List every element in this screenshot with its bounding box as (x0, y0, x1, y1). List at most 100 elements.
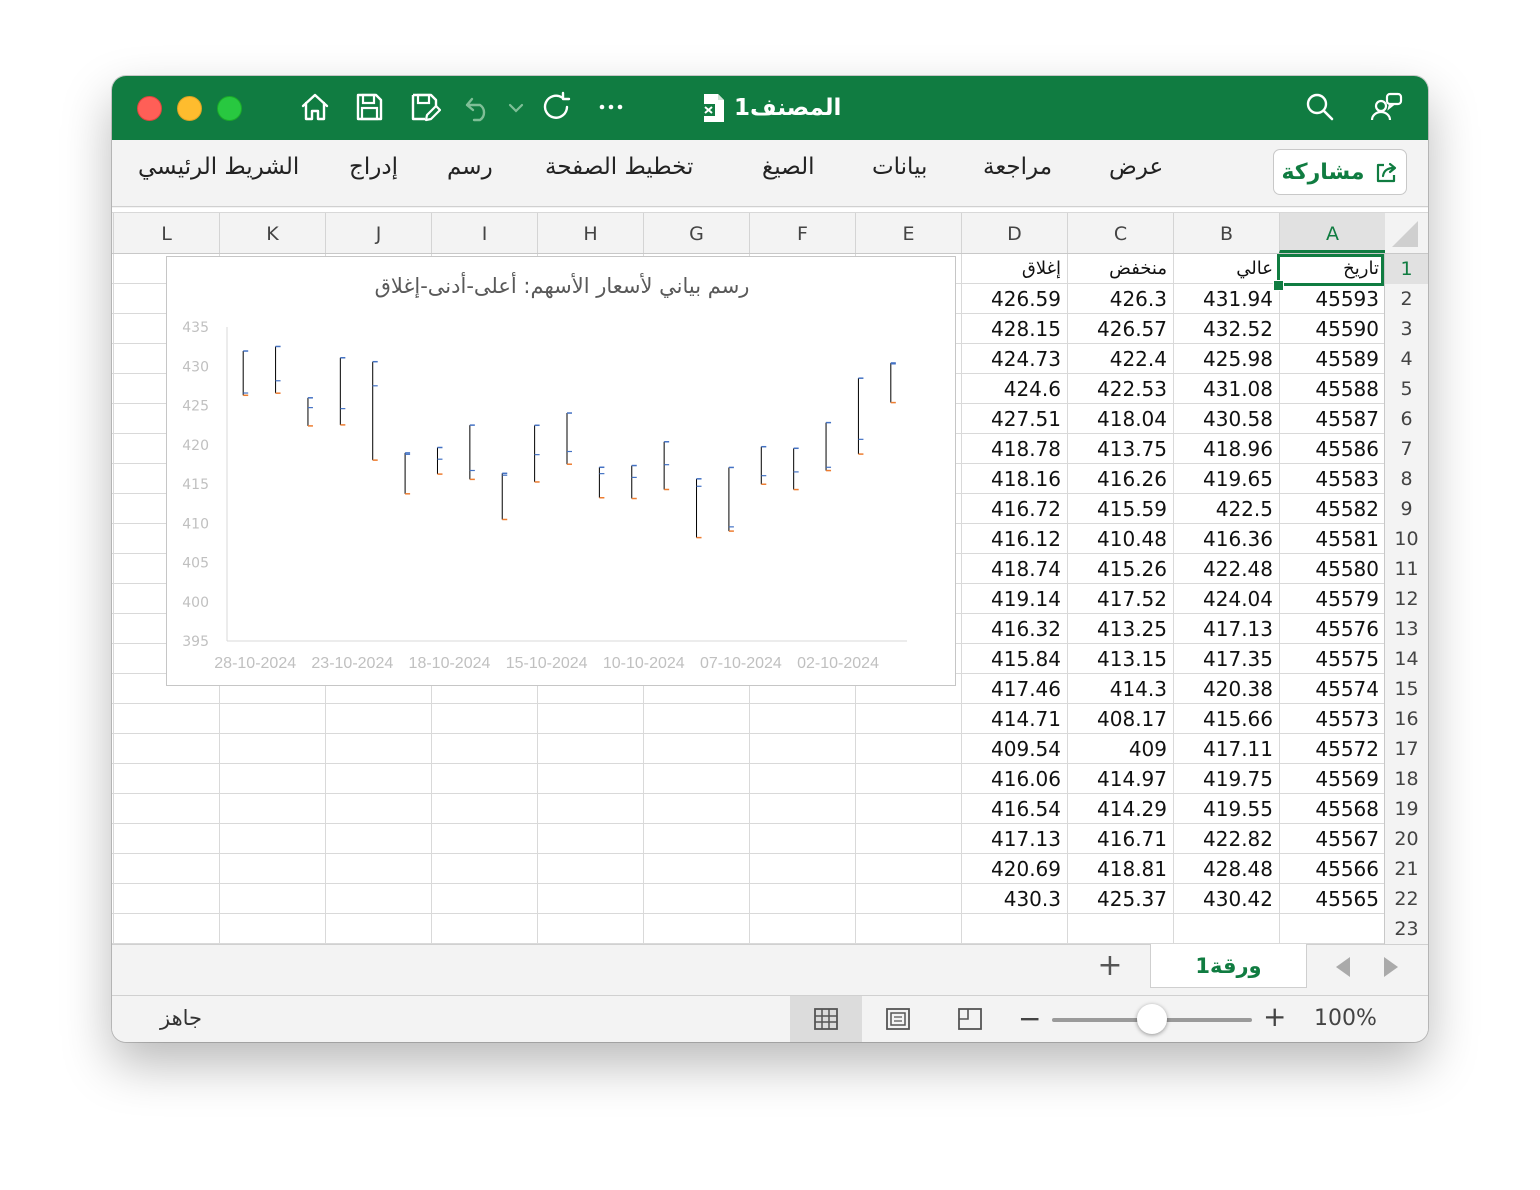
cell-j20[interactable] (325, 824, 431, 854)
cell-c9[interactable]: 415.59 (1067, 494, 1173, 524)
cell-b5[interactable]: 431.08 (1173, 374, 1279, 404)
cell-i20[interactable] (431, 824, 537, 854)
cell-d23[interactable] (961, 914, 1067, 944)
cell-d9[interactable]: 416.72 (961, 494, 1067, 524)
cell-c14[interactable]: 413.15 (1067, 644, 1173, 674)
column-header-i[interactable]: I (431, 213, 537, 253)
cell-k21[interactable] (219, 854, 325, 884)
cell-b12[interactable]: 424.04 (1173, 584, 1279, 614)
cell-f19[interactable] (749, 794, 855, 824)
cell-l21[interactable] (113, 854, 219, 884)
cell-g16[interactable] (643, 704, 749, 734)
sheet-tab[interactable]: ورقة1 (1150, 944, 1307, 988)
cell-d5[interactable]: 424.6 (961, 374, 1067, 404)
cell-c20[interactable]: 416.71 (1067, 824, 1173, 854)
column-header-l[interactable]: L (113, 213, 219, 253)
cell-d14[interactable]: 415.84 (961, 644, 1067, 674)
cell-l18[interactable] (113, 764, 219, 794)
cell-b20[interactable]: 422.82 (1173, 824, 1279, 854)
row-number[interactable]: 1 (1384, 254, 1428, 284)
cell-c19[interactable]: 414.29 (1067, 794, 1173, 824)
cell-l17[interactable] (113, 734, 219, 764)
cell-k19[interactable] (219, 794, 325, 824)
cell-b4[interactable]: 425.98 (1173, 344, 1279, 374)
cell-a13[interactable]: 45576 (1279, 614, 1385, 644)
cell-a6[interactable]: 45587 (1279, 404, 1385, 434)
cell-a5[interactable]: 45588 (1279, 374, 1385, 404)
cell-a20[interactable]: 45567 (1279, 824, 1385, 854)
cell-d4[interactable]: 424.73 (961, 344, 1067, 374)
cell-c6[interactable]: 418.04 (1067, 404, 1173, 434)
cell-d2[interactable]: 426.59 (961, 284, 1067, 314)
account-icon[interactable] (1370, 90, 1404, 124)
cell-e20[interactable] (855, 824, 961, 854)
cell-d6[interactable]: 427.51 (961, 404, 1067, 434)
column-header-j[interactable]: J (325, 213, 431, 253)
cell-e16[interactable] (855, 704, 961, 734)
cell-k20[interactable] (219, 824, 325, 854)
select-all-corner[interactable] (1384, 213, 1428, 253)
share-button[interactable]: مشاركة (1273, 149, 1407, 195)
zoom-slider-thumb[interactable] (1137, 1004, 1167, 1034)
save-as-icon[interactable] (407, 90, 441, 124)
cell-f22[interactable] (749, 884, 855, 914)
tab-view[interactable]: عرض (1109, 154, 1163, 180)
cell-a4[interactable]: 45589 (1279, 344, 1385, 374)
cell-b14[interactable]: 417.35 (1173, 644, 1279, 674)
row-number[interactable]: 22 (1384, 884, 1428, 914)
cell-h23[interactable] (537, 914, 643, 944)
cell-e23[interactable] (855, 914, 961, 944)
minimize-window-button[interactable] (177, 96, 202, 121)
cell-k17[interactable] (219, 734, 325, 764)
cell-b2[interactable]: 431.94 (1173, 284, 1279, 314)
cell-l19[interactable] (113, 794, 219, 824)
cell-c10[interactable]: 410.48 (1067, 524, 1173, 554)
cell-i23[interactable] (431, 914, 537, 944)
cell-g23[interactable] (643, 914, 749, 944)
page-layout-view-button[interactable] (862, 996, 934, 1042)
cell-a8[interactable]: 45583 (1279, 464, 1385, 494)
cell-h22[interactable] (537, 884, 643, 914)
row-number[interactable]: 12 (1384, 584, 1428, 614)
row-number[interactable]: 4 (1384, 344, 1428, 374)
column-header-b[interactable]: B (1173, 213, 1279, 253)
search-icon[interactable] (1303, 90, 1337, 124)
undo-icon[interactable] (462, 90, 496, 124)
chevron-down-icon[interactable] (504, 90, 528, 124)
column-header-d[interactable]: D (961, 213, 1067, 253)
cell-a2[interactable]: 45593 (1279, 284, 1385, 314)
cell-i21[interactable] (431, 854, 537, 884)
cell-g21[interactable] (643, 854, 749, 884)
fill-handle[interactable] (1273, 280, 1284, 291)
tab-data[interactable]: بيانات (872, 154, 927, 180)
cell-a11[interactable]: 45580 (1279, 554, 1385, 584)
column-header-e[interactable]: E (855, 213, 961, 253)
more-icon[interactable] (594, 90, 628, 124)
cell-e22[interactable] (855, 884, 961, 914)
column-header-h[interactable]: H (537, 213, 643, 253)
cell-b1[interactable]: عالي (1173, 254, 1279, 284)
zoom-out-button[interactable]: − (1018, 1002, 1041, 1035)
cell-e17[interactable] (855, 734, 961, 764)
save-icon[interactable] (352, 90, 386, 124)
cell-e19[interactable] (855, 794, 961, 824)
row-number[interactable]: 11 (1384, 554, 1428, 584)
cell-d22[interactable]: 430.3 (961, 884, 1067, 914)
cell-d17[interactable]: 409.54 (961, 734, 1067, 764)
cell-c5[interactable]: 422.53 (1067, 374, 1173, 404)
row-number[interactable]: 23 (1384, 914, 1428, 944)
row-number[interactable]: 5 (1384, 374, 1428, 404)
cell-b21[interactable]: 428.48 (1173, 854, 1279, 884)
cell-d10[interactable]: 416.12 (961, 524, 1067, 554)
cell-f21[interactable] (749, 854, 855, 884)
normal-view-button[interactable] (790, 996, 862, 1042)
row-number[interactable]: 17 (1384, 734, 1428, 764)
previous-sheet-arrow-icon[interactable] (1336, 957, 1350, 977)
cell-h19[interactable] (537, 794, 643, 824)
next-sheet-arrow-icon[interactable] (1384, 957, 1398, 977)
cell-h16[interactable] (537, 704, 643, 734)
cell-c17[interactable]: 409 (1067, 734, 1173, 764)
cell-a10[interactable]: 45581 (1279, 524, 1385, 554)
tab-draw[interactable]: رسم (447, 154, 493, 180)
cell-g22[interactable] (643, 884, 749, 914)
